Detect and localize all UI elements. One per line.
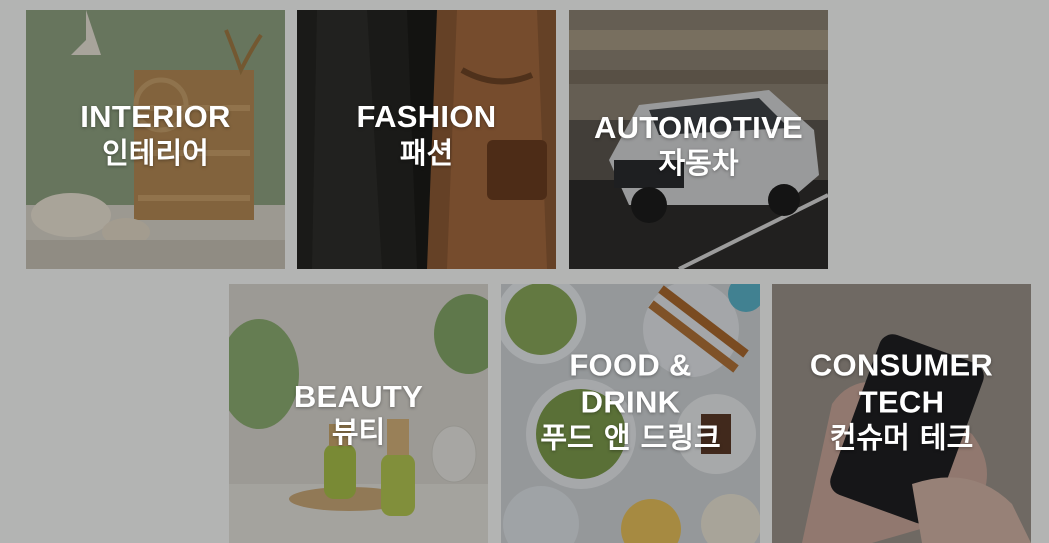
category-tile-consumer-tech[interactable]: CONSUMER TECH 컨슈머 테크 bbox=[772, 284, 1031, 543]
tile-title-en: AUTOMOTIVE bbox=[593, 109, 804, 145]
tile-title-ko: 인테리어 bbox=[102, 135, 209, 170]
tile-label: INTERIOR 인테리어 bbox=[26, 98, 285, 170]
tile-title-en-line2: DRINK bbox=[580, 384, 681, 420]
category-tile-beauty[interactable]: BEAUTY 뷰티 bbox=[229, 284, 488, 543]
category-tile-food-drink[interactable]: FOOD & DRINK 푸드 앤 드링크 bbox=[501, 284, 760, 543]
tile-title-ko: 푸드 앤 드링크 bbox=[540, 420, 721, 455]
tile-title-en-line1: CONSUMER bbox=[809, 346, 994, 382]
tile-title-en: FASHION bbox=[356, 99, 497, 135]
category-tile-interior[interactable]: INTERIOR 인테리어 bbox=[26, 10, 285, 269]
tile-title-ko: 컨슈머 테크 bbox=[829, 420, 974, 455]
tile-label: CONSUMER TECH 컨슈머 테크 bbox=[772, 346, 1031, 455]
category-tile-automotive[interactable]: AUTOMOTIVE 자동차 bbox=[569, 10, 828, 269]
tile-title-ko: 자동차 bbox=[658, 145, 739, 180]
tile-title-en: INTERIOR bbox=[80, 99, 231, 135]
tile-title-ko: 뷰티 bbox=[331, 414, 386, 449]
tile-label: FOOD & DRINK 푸드 앤 드링크 bbox=[501, 346, 760, 455]
tile-title-ko: 패션 bbox=[399, 135, 454, 170]
tile-title-en: BEAUTY bbox=[293, 378, 424, 414]
category-tile-fashion[interactable]: FASHION 패션 bbox=[297, 10, 556, 269]
tile-label: FASHION 패션 bbox=[297, 98, 556, 170]
tile-label: BEAUTY 뷰티 bbox=[229, 378, 488, 450]
tile-title-en-line1: FOOD & bbox=[569, 346, 692, 382]
tile-title-en-line2: TECH bbox=[858, 384, 945, 420]
tile-label: AUTOMOTIVE 자동차 bbox=[569, 109, 828, 181]
